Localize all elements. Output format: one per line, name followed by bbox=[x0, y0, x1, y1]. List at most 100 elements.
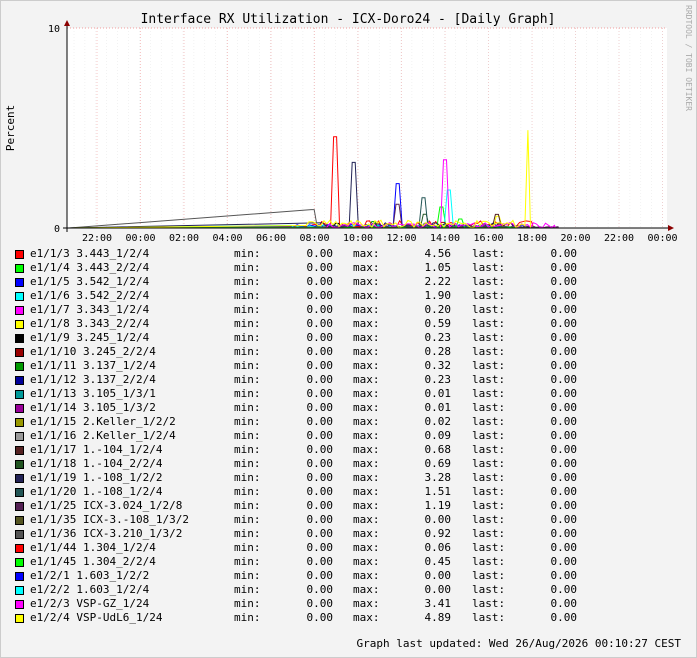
legend-max-value: 0.45 bbox=[424, 555, 452, 568]
legend-max-label: max: bbox=[353, 261, 380, 274]
legend-last-value: 0.00 bbox=[550, 275, 578, 288]
legend-last-label: last: bbox=[472, 541, 506, 554]
legend-min-label: min: bbox=[234, 597, 261, 610]
x-tick-label: 04:00 bbox=[212, 233, 242, 244]
legend-max-label: max: bbox=[353, 443, 380, 456]
legend-last-label: last: bbox=[472, 303, 506, 316]
legend-swatch bbox=[15, 544, 24, 553]
legend-max-label: max: bbox=[353, 457, 380, 470]
legend-last-value: 0.00 bbox=[550, 583, 578, 596]
legend-series-name: e1/1/15 2.Keller_1/2/2 bbox=[30, 415, 176, 428]
legend-min-value: 0.00 bbox=[306, 247, 334, 260]
legend-last-label: last: bbox=[472, 527, 506, 540]
legend-min-value: 0.00 bbox=[306, 261, 334, 274]
legend-max-value: 0.09 bbox=[424, 429, 452, 442]
legend-last-label: last: bbox=[472, 499, 506, 512]
legend-min-label: min: bbox=[234, 373, 261, 386]
legend-max-value: 0.01 bbox=[424, 401, 452, 414]
legend-last-value: 0.00 bbox=[550, 541, 578, 554]
legend-max-value: 0.20 bbox=[424, 303, 452, 316]
legend-last-value: 0.00 bbox=[550, 499, 578, 512]
legend-series-name: e1/1/11 3.137_1/2/4 bbox=[30, 359, 156, 372]
legend-swatch bbox=[15, 320, 24, 329]
legend-min-label: min: bbox=[234, 429, 261, 442]
x-tick-label: 10:00 bbox=[343, 233, 373, 244]
x-tick-label: 00:00 bbox=[647, 233, 677, 244]
legend-last-label: last: bbox=[472, 429, 506, 442]
legend-max-value: 0.00 bbox=[424, 583, 452, 596]
legend-max-label: max: bbox=[353, 429, 380, 442]
legend-last-value: 0.00 bbox=[550, 289, 578, 302]
legend-last-label: last: bbox=[472, 555, 506, 568]
legend-min-label: min: bbox=[234, 471, 261, 484]
legend-series-name: e1/1/18 1.-104_2/2/4 bbox=[30, 457, 163, 470]
legend-last-value: 0.00 bbox=[550, 457, 578, 470]
legend-last-label: last: bbox=[472, 275, 506, 288]
legend-max-label: max: bbox=[353, 331, 380, 344]
legend-series-name: e1/2/3 VSP-GZ_1/24 bbox=[30, 597, 150, 610]
x-tick-label: 20:00 bbox=[560, 233, 590, 244]
legend-min-label: min: bbox=[234, 331, 261, 344]
legend-min-label: min: bbox=[234, 569, 261, 582]
legend-last-label: last: bbox=[472, 457, 506, 470]
legend-series-name: e1/1/19 1.-108_1/2/2 bbox=[30, 471, 163, 484]
legend-min-value: 0.00 bbox=[306, 429, 334, 442]
legend-swatch bbox=[15, 558, 24, 567]
legend-min-value: 0.00 bbox=[306, 331, 334, 344]
legend-max-value: 0.92 bbox=[424, 527, 452, 540]
legend-swatch bbox=[15, 530, 24, 539]
legend-last-label: last: bbox=[472, 317, 506, 330]
legend-max-label: max: bbox=[353, 541, 380, 554]
legend-max-value: 0.59 bbox=[424, 317, 452, 330]
legend-min-value: 0.00 bbox=[306, 373, 334, 386]
rrd-graph: Interface RX Utilization - ICX-Doro24 - … bbox=[4, 5, 693, 244]
legend-swatch bbox=[15, 362, 24, 371]
legend-last-value: 0.00 bbox=[550, 527, 578, 540]
legend-last-label: last: bbox=[472, 485, 506, 498]
legend-swatch bbox=[15, 376, 24, 385]
legend-min-value: 0.00 bbox=[306, 513, 334, 526]
legend-series-name: e1/1/5 3.542_1/2/4 bbox=[30, 275, 150, 288]
legend-max-label: max: bbox=[353, 303, 380, 316]
legend-min-label: min: bbox=[234, 359, 261, 372]
legend-last-value: 0.00 bbox=[550, 331, 578, 344]
legend-swatch bbox=[15, 600, 24, 609]
legend-min-label: min: bbox=[234, 443, 261, 456]
legend-swatch bbox=[15, 278, 24, 287]
legend-min-value: 0.00 bbox=[306, 303, 334, 316]
legend-min-value: 0.00 bbox=[306, 611, 334, 624]
legend-min-value: 0.00 bbox=[306, 275, 334, 288]
legend-last-value: 0.00 bbox=[550, 443, 578, 456]
legend-max-value: 3.41 bbox=[424, 597, 452, 610]
legend-series-name: e1/1/9 3.245_1/2/4 bbox=[30, 331, 150, 344]
legend-last-value: 0.00 bbox=[550, 401, 578, 414]
legend-last-value: 0.00 bbox=[550, 611, 578, 624]
legend-swatch bbox=[15, 614, 24, 623]
legend-min-value: 0.00 bbox=[306, 499, 334, 512]
legend-min-value: 0.00 bbox=[306, 289, 334, 302]
legend-min-value: 0.00 bbox=[306, 457, 334, 470]
legend-min-value: 0.00 bbox=[306, 527, 334, 540]
legend-max-value: 0.28 bbox=[424, 345, 452, 358]
legend-series-name: e1/2/2 1.603_1/2/4 bbox=[30, 583, 150, 596]
legend-max-label: max: bbox=[353, 513, 380, 526]
legend-series-name: e1/1/3 3.443_1/2/4 bbox=[30, 247, 150, 260]
legend-swatch bbox=[15, 572, 24, 581]
legend-min-label: min: bbox=[234, 261, 261, 274]
legend-last-label: last: bbox=[472, 471, 506, 484]
legend-max-value: 0.01 bbox=[424, 387, 452, 400]
legend-max-value: 0.23 bbox=[424, 331, 452, 344]
legend-max-value: 1.51 bbox=[424, 485, 452, 498]
x-tick-label: 22:00 bbox=[604, 233, 634, 244]
legend-last-label: last: bbox=[472, 443, 506, 456]
legend-max-value: 0.00 bbox=[424, 569, 452, 582]
legend-series-name: e1/1/16 2.Keller_1/2/4 bbox=[30, 429, 176, 442]
legend-min-value: 0.00 bbox=[306, 443, 334, 456]
legend-min-value: 0.00 bbox=[306, 485, 334, 498]
legend-series-name: e1/2/4 VSP-UdL6_1/24 bbox=[30, 611, 163, 624]
legend-min-value: 0.00 bbox=[306, 401, 334, 414]
plot-background bbox=[67, 28, 667, 228]
legend-min-value: 0.00 bbox=[306, 597, 334, 610]
legend-last-label: last: bbox=[472, 401, 506, 414]
legend-last-label: last: bbox=[472, 359, 506, 372]
